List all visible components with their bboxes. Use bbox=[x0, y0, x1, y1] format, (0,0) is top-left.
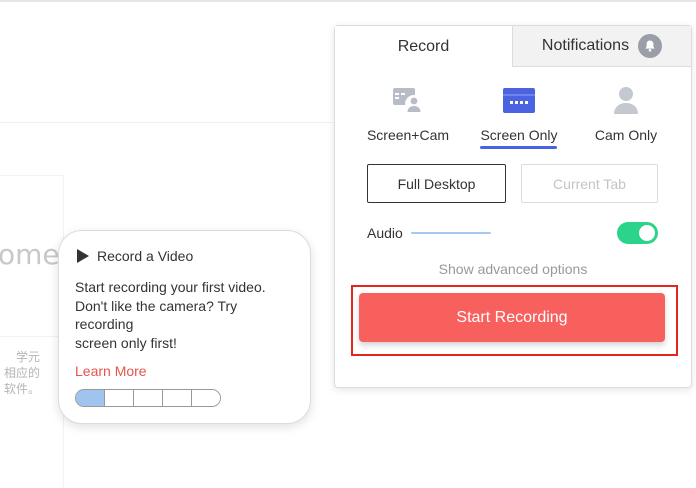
background-heading-fragment: ome bbox=[0, 238, 60, 271]
tab-notifications-label: Notifications bbox=[541, 37, 630, 54]
tooltip-body-line: Don't like the camera? Try bbox=[75, 297, 238, 314]
recording-modes: Screen+Cam Screen Only Cam Only bbox=[335, 81, 691, 151]
screen-only-icon bbox=[503, 88, 535, 113]
full-desktop-button[interactable]: Full Desktop bbox=[367, 164, 506, 203]
selected-mode-indicator bbox=[480, 146, 557, 149]
mode-cam-only[interactable]: Cam Only bbox=[571, 81, 681, 143]
background-card bbox=[0, 175, 64, 488]
mode-label: Cam Only bbox=[594, 127, 658, 143]
background-card-divider bbox=[0, 336, 64, 337]
mode-screen-cam[interactable]: Screen+Cam bbox=[353, 81, 463, 143]
bell-icon bbox=[638, 34, 663, 58]
screen-cam-icon bbox=[393, 88, 423, 113]
step-segment-active bbox=[76, 390, 105, 406]
audio-level-meter bbox=[411, 232, 491, 234]
mode-screen-only[interactable]: Screen Only bbox=[464, 81, 574, 143]
audio-label: Audio bbox=[367, 225, 403, 241]
tab-record[interactable]: Record bbox=[335, 26, 512, 67]
current-tab-button[interactable]: Current Tab bbox=[521, 164, 658, 203]
show-advanced-options-link[interactable]: Show advanced options bbox=[335, 261, 691, 277]
background-text-line: 学元 bbox=[15, 350, 40, 364]
background-text-line: 相应的 bbox=[3, 366, 40, 380]
tooltip-body: Start recording your first video. Don't … bbox=[75, 278, 295, 352]
step-segment bbox=[134, 390, 163, 406]
background-text-line: 软件。 bbox=[3, 382, 40, 396]
tooltip-header: Record a Video bbox=[77, 248, 193, 264]
step-segment bbox=[192, 390, 220, 406]
cam-only-icon bbox=[614, 87, 638, 114]
learn-more-link[interactable]: Learn More bbox=[75, 363, 147, 379]
audio-row: Audio bbox=[367, 222, 659, 244]
background-text-fragment: 学元 相应的 软件。 bbox=[0, 349, 40, 397]
onboarding-tooltip: Record a Video Start recording your firs… bbox=[58, 230, 311, 424]
audio-toggle[interactable] bbox=[617, 222, 658, 244]
step-segment bbox=[163, 390, 192, 406]
tooltip-body-line: recording bbox=[75, 316, 134, 332]
tooltip-body-line: screen only first! bbox=[75, 334, 177, 351]
tab-record-label: Record bbox=[397, 37, 450, 55]
mode-label: Screen Only bbox=[480, 127, 558, 143]
tooltip-step-indicator bbox=[75, 389, 221, 407]
tooltip-body-line: Start recording your first video. bbox=[75, 279, 266, 295]
step-segment bbox=[105, 390, 134, 406]
tab-notifications[interactable]: Notifications bbox=[512, 26, 691, 67]
mode-label: Screen+Cam bbox=[366, 127, 450, 143]
toggle-knob bbox=[639, 225, 655, 241]
page-top-border bbox=[0, 0, 696, 2]
tooltip-title: Record a Video bbox=[97, 248, 194, 264]
page-divider bbox=[0, 122, 336, 123]
play-icon bbox=[77, 249, 89, 263]
start-recording-button[interactable]: Start Recording bbox=[359, 293, 665, 342]
panel-tabs: Record Notifications bbox=[335, 26, 691, 67]
